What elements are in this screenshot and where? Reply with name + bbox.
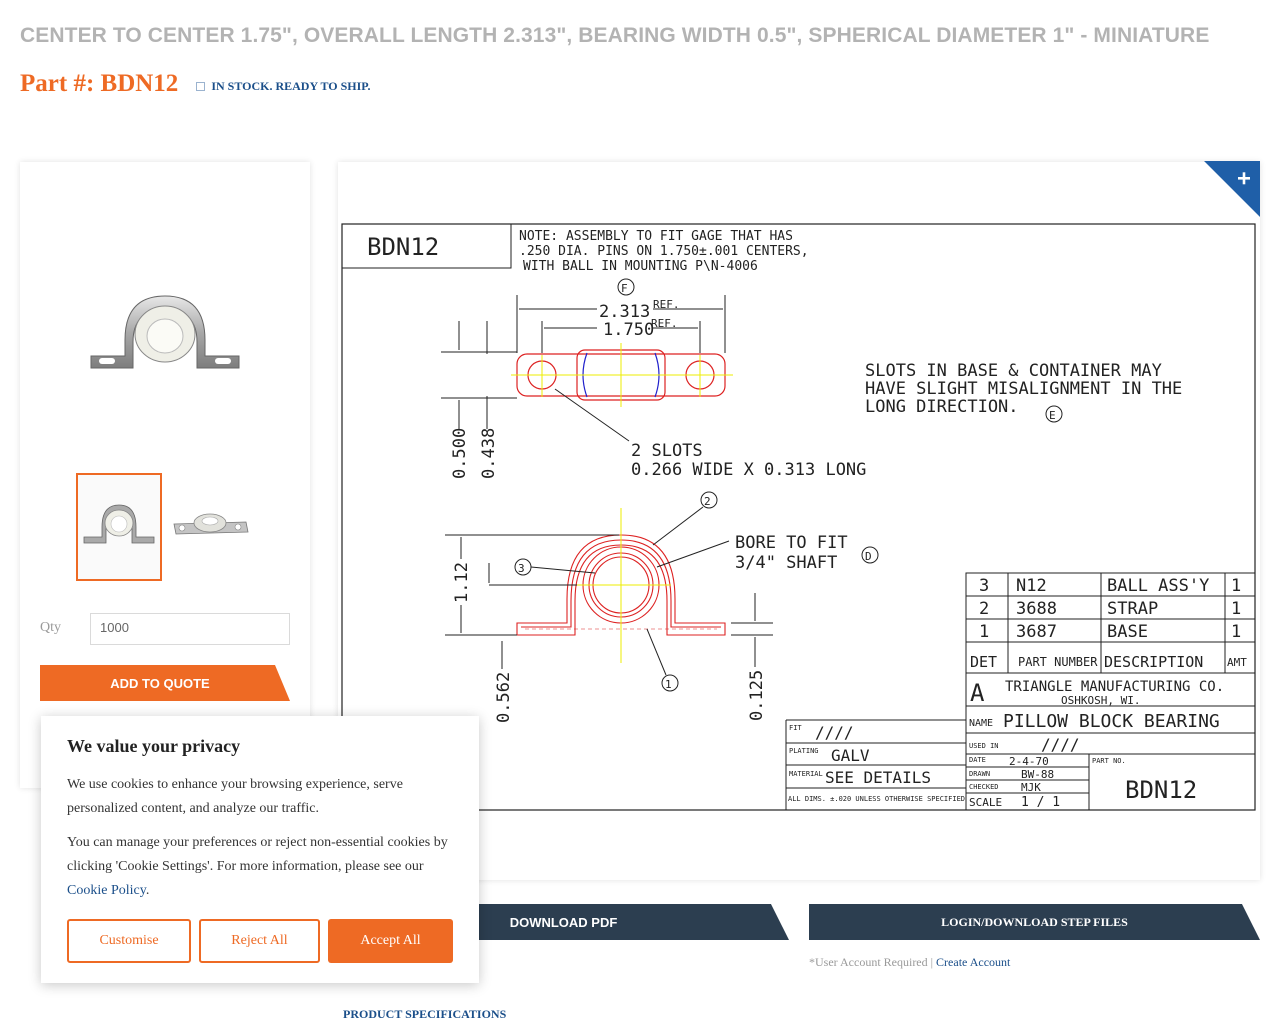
add-to-quote-button[interactable]: ADD TO QUOTE bbox=[40, 665, 290, 701]
qty-label: Qty bbox=[40, 620, 61, 635]
bom-header-desc: DESCRIPTION bbox=[1104, 653, 1203, 671]
material-label: MATERIAL bbox=[789, 770, 823, 778]
bom-header-det: DET bbox=[970, 653, 997, 671]
dim-2313: 2.313 bbox=[599, 302, 650, 322]
expand-corner-button[interactable] bbox=[1204, 161, 1260, 217]
used-in-value: //// bbox=[1041, 735, 1080, 754]
bom-r3-desc: BASE bbox=[1107, 622, 1148, 642]
part-no-value: BDN12 bbox=[1125, 776, 1197, 804]
ref-1: REF. bbox=[653, 298, 680, 311]
cookie-consent-banner: We value your privacy We use cookies to … bbox=[41, 716, 479, 983]
dim-0500: 0.500 bbox=[450, 428, 470, 479]
dim-112: 1.12 bbox=[452, 562, 472, 603]
bom-header-part: PART NUMBER bbox=[1018, 655, 1098, 669]
callout-1: 1 bbox=[665, 678, 672, 691]
stock-status: IN STOCK. READY TO SHIP. bbox=[196, 79, 370, 94]
qty-input[interactable]: 1000 bbox=[90, 613, 290, 645]
note-line-2: .250 DIA. PINS ON 1.750±.001 CENTERS, bbox=[519, 244, 809, 259]
scale-value: 1 / 1 bbox=[1021, 795, 1060, 810]
accept-all-button[interactable]: Accept All bbox=[328, 919, 453, 963]
thumbnail-front[interactable] bbox=[76, 473, 162, 581]
callout-f: F bbox=[621, 282, 628, 295]
dim-0562: 0.562 bbox=[494, 672, 514, 723]
cookie-title: We value your privacy bbox=[67, 736, 241, 756]
slots-line-2: 0.266 WIDE X 0.313 LONG bbox=[631, 460, 866, 480]
fit-value: //// bbox=[815, 723, 854, 742]
bore-line-1: BORE TO FIT bbox=[735, 533, 848, 553]
dim-1750: 1.750 bbox=[603, 320, 654, 340]
company-city: OSHKOSH, WI. bbox=[1061, 694, 1140, 707]
customise-button[interactable]: Customise bbox=[67, 919, 191, 963]
used-in-label: USED IN bbox=[969, 742, 999, 750]
product-specifications-tab[interactable]: PRODUCT SPECIFICATIONS bbox=[343, 1007, 506, 1022]
part-no-label: PART NO. bbox=[1092, 757, 1126, 765]
account-note-text: *User Account Required | bbox=[809, 955, 934, 969]
bom-r3-part: 3687 bbox=[1016, 622, 1057, 642]
note-line-1: NOTE: ASSEMBLY TO FIT GAGE THAT HAS bbox=[519, 229, 793, 244]
bom-r2-part: 3688 bbox=[1016, 599, 1057, 619]
dim-0438: 0.438 bbox=[479, 428, 499, 479]
tolerance-note: ALL DIMS. ±.020 UNLESS OTHERWISE SPECIFI… bbox=[788, 795, 965, 803]
cookie-text-2: You can manage your preferences or rejec… bbox=[67, 835, 448, 874]
bore-line-2: 3/4" SHAFT bbox=[735, 553, 837, 573]
stock-status-text: IN STOCK. READY TO SHIP. bbox=[211, 79, 371, 93]
download-pdf-label: DOWNLOAD PDF bbox=[509, 914, 618, 930]
note-line-3: WITH BALL IN MOUNTING P\N-4006 bbox=[523, 259, 758, 274]
company-name: TRIANGLE MANUFACTURING CO. bbox=[1005, 679, 1224, 695]
dim-0125: 0.125 bbox=[747, 670, 767, 721]
drawn-label: DRAWN bbox=[969, 770, 990, 778]
fit-label: FIT bbox=[789, 724, 802, 732]
page-title: CENTER TO CENTER 1.75", OVERALL LENGTH 2… bbox=[20, 24, 1210, 47]
reject-all-button[interactable]: Reject All bbox=[199, 919, 320, 963]
slots-line-1: 2 SLOTS bbox=[631, 441, 703, 461]
bom-r2-desc: STRAP bbox=[1107, 599, 1158, 619]
bom-r1-det: 3 bbox=[979, 576, 989, 596]
drawing-part-id: BDN12 bbox=[367, 233, 439, 261]
bom-r1-part: N12 bbox=[1016, 576, 1047, 596]
ref-2: REF. bbox=[651, 317, 678, 330]
plating-value: GALV bbox=[831, 746, 870, 765]
stock-checkbox-icon bbox=[196, 82, 206, 91]
plating-label: PLATING bbox=[789, 747, 819, 755]
misalign-line-2: HAVE SLIGHT MISALIGNMENT IN THE bbox=[865, 379, 1182, 399]
bom-r2-amt: 1 bbox=[1231, 599, 1241, 619]
checked-label: CHECKED bbox=[969, 783, 999, 791]
thumbnail-top[interactable] bbox=[170, 490, 250, 560]
pillow-block-bearing-photo[interactable] bbox=[85, 288, 245, 378]
part-number: Part #: BDN12 bbox=[20, 70, 179, 97]
name-value: PILLOW BLOCK BEARING bbox=[1003, 711, 1220, 732]
bom-r2-det: 2 bbox=[979, 599, 989, 619]
cookie-text-2-wrap: You can manage your preferences or rejec… bbox=[67, 835, 448, 898]
bom-r1-desc: BALL ASS'Y bbox=[1107, 576, 1209, 596]
bom-header-amt: AMT bbox=[1227, 656, 1247, 669]
company-mark: A bbox=[970, 679, 985, 707]
misalign-line-3: LONG DIRECTION. bbox=[865, 397, 1019, 417]
callout-e: E bbox=[1049, 409, 1056, 422]
checked-value: MJK bbox=[1021, 781, 1041, 794]
bom-r1-amt: 1 bbox=[1231, 576, 1241, 596]
misalign-line-1: SLOTS IN BASE & CONTAINER MAY bbox=[865, 361, 1162, 381]
date-label: DATE bbox=[969, 756, 986, 764]
callout-2: 2 bbox=[704, 495, 711, 508]
scale-label: SCALE bbox=[969, 796, 1002, 809]
drawn-value: BW-88 bbox=[1021, 768, 1054, 781]
callout-3: 3 bbox=[518, 562, 525, 575]
name-label: NAME bbox=[969, 718, 993, 729]
create-account-link[interactable]: Create Account bbox=[936, 955, 1010, 969]
cookie-policy-link[interactable]: Cookie Policy bbox=[67, 883, 146, 898]
pillow-block-thumb-icon bbox=[83, 504, 155, 544]
cookie-text-1: We use cookies to enhance your browsing … bbox=[67, 777, 403, 816]
date-value: 2-4-70 bbox=[1009, 755, 1049, 768]
material-value: SEE DETAILS bbox=[825, 768, 931, 787]
part-row: Part #: BDN12 IN STOCK. READY TO SHIP. bbox=[20, 70, 370, 98]
download-step-button[interactable]: LOGIN/DOWNLOAD STEP FILES bbox=[809, 904, 1260, 940]
bom-r3-amt: 1 bbox=[1231, 622, 1241, 642]
account-note: *User Account Required | Create Account bbox=[809, 955, 1010, 970]
bom-r3-det: 1 bbox=[979, 622, 989, 642]
callout-d: D bbox=[865, 550, 872, 563]
